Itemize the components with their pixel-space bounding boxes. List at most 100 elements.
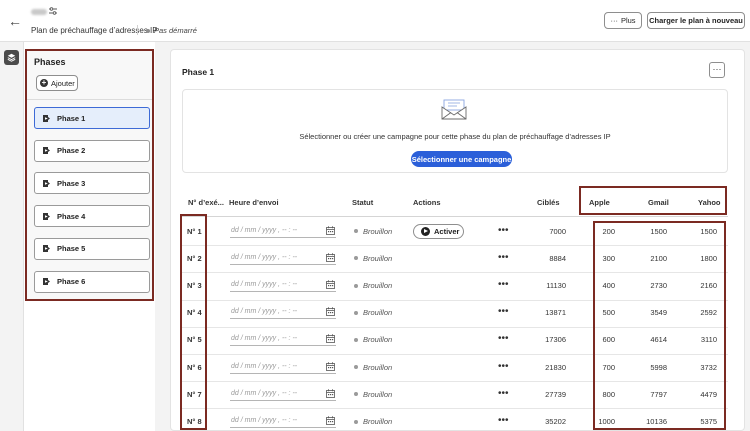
column-header-targets[interactable]: Ciblés <box>537 198 560 207</box>
activate-button[interactable]: Activer <box>413 223 464 239</box>
row-status-label: Brouillon <box>363 226 393 236</box>
status-dot-icon <box>354 256 358 261</box>
phase-item[interactable]: Phase 5 <box>34 237 150 260</box>
more-button-label: Plus <box>620 16 636 25</box>
send-time-placeholder: dd / mm / yyyy , -- : -- <box>231 362 298 370</box>
calendar-icon[interactable] <box>326 225 335 235</box>
add-icon: + <box>40 78 48 87</box>
phase-item[interactable]: Phase 1 <box>34 107 150 129</box>
apple-value: 800 <box>602 389 615 399</box>
divider <box>182 381 728 383</box>
send-time-input[interactable]: dd / mm / yyyy , -- : -- <box>230 387 336 401</box>
campaign-icon <box>43 147 50 155</box>
row-more-button[interactable]: ••• <box>498 252 509 263</box>
column-header-status[interactable]: Statut <box>352 198 373 207</box>
column-header-actions[interactable]: Actions <box>413 198 441 207</box>
column-header-exec[interactable]: N° d’exé... <box>188 198 224 207</box>
apple-value: 300 <box>602 253 615 263</box>
row-more-button[interactable]: ••• <box>498 306 509 317</box>
exec-number: N° 5 <box>187 335 202 345</box>
apple-value: 200 <box>602 226 615 236</box>
sliders-icon[interactable] <box>48 6 58 16</box>
targets-value: 27739 <box>545 389 566 399</box>
exec-number: N° 4 <box>187 308 202 318</box>
phase-item[interactable]: Phase 3 <box>34 172 150 195</box>
status-dot-icon <box>354 419 358 424</box>
row-status-label: Brouillon <box>363 335 393 345</box>
apple-value: 1000 <box>598 417 615 426</box>
phase-more-button[interactable]: ··· <box>709 62 725 78</box>
divider <box>182 326 728 328</box>
targets-value: 17306 <box>545 335 566 345</box>
send-time-input[interactable]: dd / mm / yyyy , -- : -- <box>230 224 336 238</box>
row-more-button[interactable]: ••• <box>498 388 509 399</box>
targets-value: 35202 <box>545 417 566 426</box>
header: ← Plan de préchauffage d’adresses IP Pas… <box>0 0 750 42</box>
yahoo-value: 2160 <box>700 281 717 290</box>
row-more-button[interactable]: ••• <box>498 333 509 344</box>
blurred-plan-name <box>31 9 47 15</box>
status-dot-icon <box>146 29 150 33</box>
row-more-button[interactable]: ••• <box>498 225 509 236</box>
select-campaign-button[interactable]: Sélectionner une campagne <box>411 151 512 167</box>
gmail-value: 1500 <box>650 226 667 236</box>
send-time-input[interactable]: dd / mm / yyyy , -- : -- <box>230 278 336 292</box>
column-header-send-time[interactable]: Heure d’envoi <box>229 198 279 207</box>
send-time-placeholder: dd / mm / yyyy , -- : -- <box>231 417 298 424</box>
back-arrow-icon[interactable]: ← <box>8 13 22 29</box>
phase-item-label: Phase 2 <box>57 146 86 156</box>
layers-icon[interactable] <box>4 50 19 65</box>
calendar-icon[interactable] <box>326 334 335 344</box>
divider <box>182 272 728 274</box>
phase-item-label: Phase 1 <box>57 113 86 123</box>
calendar-icon[interactable] <box>326 416 335 425</box>
calendar-icon[interactable] <box>326 361 335 371</box>
status-dot-icon <box>354 283 358 288</box>
calendar-icon[interactable] <box>326 307 335 317</box>
column-header-yahoo[interactable]: Yahoo <box>698 198 721 207</box>
phase-item[interactable]: Phase 2 <box>34 139 150 162</box>
divider <box>27 99 152 100</box>
apple-value: 400 <box>602 281 615 290</box>
add-phase-button[interactable]: + Ajouter <box>36 75 78 91</box>
divider <box>182 354 728 355</box>
send-time-placeholder: dd / mm / yyyy , -- : -- <box>231 308 298 316</box>
more-button[interactable]: ··· Plus <box>604 12 642 29</box>
yahoo-value: 3732 <box>700 362 717 372</box>
calendar-icon[interactable] <box>326 280 335 289</box>
yahoo-value: 2592 <box>700 308 717 318</box>
column-header-gmail[interactable]: Gmail <box>648 198 669 207</box>
row-more-button[interactable]: ••• <box>498 279 509 290</box>
reload-plan-button[interactable]: Charger le plan à nouveau <box>647 12 745 29</box>
plan-title: Plan de préchauffage d’adresses IP <box>31 26 158 35</box>
calendar-icon[interactable] <box>326 389 335 398</box>
column-header-apple[interactable]: Apple <box>589 198 610 207</box>
campaign-icon <box>43 245 50 253</box>
row-status: Brouillon <box>354 281 392 290</box>
apple-value: 600 <box>602 335 615 345</box>
row-more-button[interactable]: ••• <box>498 415 509 426</box>
row-status-label: Brouillon <box>363 362 393 372</box>
phase-item[interactable]: Phase 6 <box>34 270 150 293</box>
send-time-placeholder: dd / mm / yyyy , -- : -- <box>231 335 298 343</box>
phase-item[interactable]: Phase 4 <box>34 205 150 228</box>
row-status-label: Brouillon <box>363 253 393 263</box>
send-time-placeholder: dd / mm / yyyy , -- : -- <box>231 226 298 234</box>
send-time-input[interactable]: dd / mm / yyyy , -- : -- <box>230 332 336 347</box>
targets-value: 8884 <box>549 253 566 263</box>
gmail-value: 5998 <box>650 362 667 372</box>
send-time-input[interactable]: dd / mm / yyyy , -- : -- <box>230 305 336 320</box>
calendar-icon[interactable] <box>326 253 335 262</box>
targets-value: 11130 <box>546 281 566 290</box>
status-dot-icon <box>354 229 358 234</box>
send-time-input[interactable]: dd / mm / yyyy , -- : -- <box>230 414 336 428</box>
gmail-value: 7797 <box>650 389 667 399</box>
campaign-icon <box>43 114 50 122</box>
row-more-button[interactable]: ••• <box>498 361 509 372</box>
send-time-input[interactable]: dd / mm / yyyy , -- : -- <box>230 251 336 265</box>
left-rail <box>0 42 24 431</box>
envelope-icon <box>441 99 467 120</box>
send-time-input[interactable]: dd / mm / yyyy , -- : -- <box>230 360 336 374</box>
empty-state-text: Sélectionner ou créer une campagne pour … <box>299 132 611 141</box>
send-time-placeholder: dd / mm / yyyy , -- : -- <box>231 389 298 397</box>
